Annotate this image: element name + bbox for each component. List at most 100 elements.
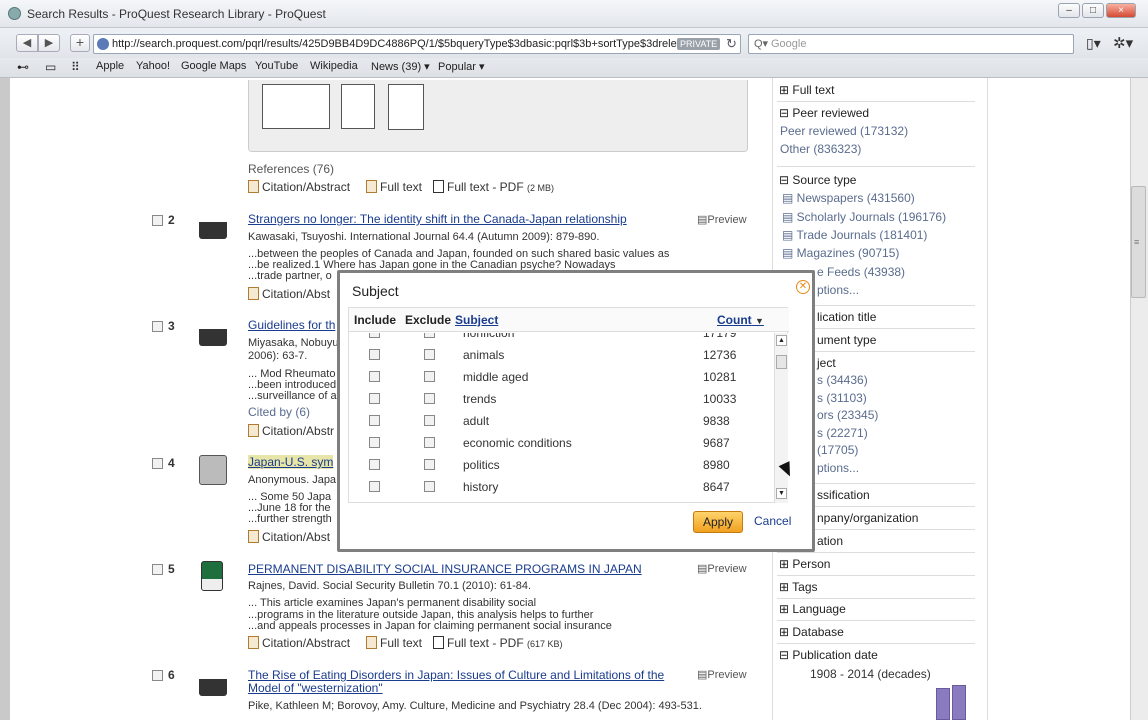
facet-company[interactable]: npany/organization <box>817 511 918 525</box>
search-field[interactable]: Q▾ Google <box>748 34 1074 54</box>
bookmark-popular[interactable]: Popular ▾ <box>438 60 485 73</box>
scroll-down-icon[interactable]: ▼ <box>776 488 787 499</box>
citation-abstract-link[interactable]: Citation/Abst <box>248 287 330 301</box>
result-title[interactable]: The Rise of Eating Disorders in Japan: I… <box>248 668 664 682</box>
cancel-button[interactable]: Cancel <box>754 514 791 528</box>
include-checkbox[interactable] <box>369 437 380 448</box>
references-link[interactable]: References (76) <box>248 162 334 176</box>
facet-item[interactable]: ors (23345) <box>817 408 878 422</box>
bookmark-wikipedia[interactable]: Wikipedia <box>310 60 358 72</box>
exclude-checkbox[interactable] <box>424 437 435 448</box>
facet-document-type[interactable]: ument type <box>817 333 876 347</box>
facet-database[interactable]: ⊞ Database <box>779 625 844 639</box>
full-text-link[interactable]: Full text <box>366 180 422 194</box>
facet-item[interactable]: ▤ Trade Journals (181401) <box>782 228 927 242</box>
bookmarks-icon[interactable]: ▭ <box>45 60 56 74</box>
facet-item[interactable]: ▤ Magazines (90715) <box>782 246 899 260</box>
exclude-checkbox[interactable] <box>424 459 435 470</box>
more-options-link[interactable]: ptions... <box>817 461 859 475</box>
facet-location[interactable]: ation <box>817 534 843 548</box>
bookmark-apple[interactable]: Apple <box>96 60 124 72</box>
minimize-button[interactable]: – <box>1058 3 1080 18</box>
include-checkbox[interactable] <box>369 371 380 382</box>
facet-tags[interactable]: ⊞ Tags <box>779 580 818 594</box>
bookmark-google-maps[interactable]: Google Maps <box>181 60 246 72</box>
facet-item[interactable]: ▤ Scholarly Journals (196176) <box>782 210 946 224</box>
facet-item[interactable]: s (31103) <box>817 391 867 405</box>
exclude-checkbox[interactable] <box>424 415 435 426</box>
citation-abstract-link[interactable]: Citation/Abst <box>248 530 330 544</box>
facet-publication-date[interactable]: ⊟ Publication date <box>779 648 878 662</box>
forward-button[interactable]: ▶ <box>38 34 60 52</box>
full-text-pdf-link[interactable]: Full text - PDF (617 KB) <box>433 636 563 650</box>
address-bar[interactable]: http://search.proquest.com/pqrl/results/… <box>93 34 741 54</box>
include-checkbox[interactable] <box>369 481 380 492</box>
scroll-up-icon[interactable]: ▲ <box>776 335 787 346</box>
facet-subject[interactable]: ject <box>817 356 836 370</box>
citation-abstract-link[interactable]: Citation/Abstr <box>248 424 334 438</box>
reload-icon[interactable]: ↻ <box>726 36 737 52</box>
bookmark-news[interactable]: News (39) ▾ <box>371 60 430 73</box>
facet-item[interactable]: Peer reviewed (173132) <box>780 124 908 138</box>
close-icon[interactable]: ✕ <box>796 280 810 294</box>
facet-full-text[interactable]: ⊞ Full text <box>779 83 834 97</box>
page-thumbnail[interactable] <box>262 84 330 129</box>
result-title[interactable]: Guidelines for th <box>248 318 335 332</box>
result-checkbox[interactable] <box>152 458 163 469</box>
result-title-cont[interactable]: Model of "westernization" <box>248 681 383 695</box>
facet-person[interactable]: ⊞ Person <box>779 557 830 571</box>
facet-item[interactable]: ▤ Newspapers (431560) <box>782 191 915 205</box>
facet-item[interactable]: e Feeds (43938) <box>817 265 905 279</box>
include-checkbox[interactable] <box>369 459 380 470</box>
new-tab-icon[interactable]: + <box>70 34 90 52</box>
include-checkbox[interactable] <box>369 349 380 360</box>
scroll-thumb[interactable] <box>776 355 787 369</box>
maximize-button[interactable]: □ <box>1082 3 1104 18</box>
apply-button[interactable]: Apply <box>693 511 743 533</box>
more-options-link[interactable]: ptions... <box>817 283 859 297</box>
decade-bar[interactable] <box>936 688 950 720</box>
facet-item[interactable]: s (34436) <box>817 373 868 387</box>
exclude-checkbox[interactable] <box>424 371 435 382</box>
decade-bar[interactable] <box>952 685 966 720</box>
facet-item[interactable]: s (22271) <box>817 426 868 440</box>
result-checkbox[interactable] <box>152 321 163 332</box>
preview-link[interactable]: ▤Preview <box>697 668 747 681</box>
exclude-checkbox[interactable] <box>424 481 435 492</box>
close-window-button[interactable]: × <box>1106 3 1136 18</box>
include-checkbox[interactable] <box>369 333 380 338</box>
bookmark-youtube[interactable]: YouTube <box>255 60 298 72</box>
facet-source-type[interactable]: ⊟ Source type <box>779 173 856 187</box>
citation-abstract-link[interactable]: Citation/Abstract <box>248 636 350 650</box>
col-count-sort[interactable]: Count ▼ <box>717 313 764 327</box>
result-checkbox[interactable] <box>152 564 163 575</box>
facet-publication-title[interactable]: lication title <box>817 310 876 324</box>
reading-list-icon[interactable]: ⊷ <box>17 60 29 74</box>
facet-item[interactable]: (17705) <box>817 443 858 457</box>
preview-link[interactable]: ▤Preview <box>697 562 747 575</box>
cited-by-link[interactable]: Cited by (6) <box>248 405 310 419</box>
page-scrollbar[interactable] <box>1130 78 1148 720</box>
result-title[interactable]: PERMANENT DISABILITY SOCIAL INSURANCE PR… <box>248 562 642 576</box>
full-text-link[interactable]: Full text <box>366 636 422 650</box>
exclude-checkbox[interactable] <box>424 333 435 338</box>
bookmark-yahoo[interactable]: Yahoo! <box>136 60 170 72</box>
exclude-checkbox[interactable] <box>424 349 435 360</box>
exclude-checkbox[interactable] <box>424 393 435 404</box>
facet-item[interactable]: Other (836323) <box>780 142 861 156</box>
facet-language[interactable]: ⊞ Language <box>779 602 846 616</box>
result-title[interactable]: Strangers no longer: The identity shift … <box>248 212 627 226</box>
preview-link[interactable]: ▤Preview <box>697 213 747 226</box>
back-button[interactable]: ◀ <box>16 34 38 52</box>
citation-abstract-link[interactable]: Citation/Abstract <box>248 180 350 194</box>
result-checkbox[interactable] <box>152 215 163 226</box>
page-menu-icon[interactable]: ▯▾ <box>1086 35 1101 52</box>
include-checkbox[interactable] <box>369 393 380 404</box>
include-checkbox[interactable] <box>369 415 380 426</box>
gear-icon[interactable]: ✲▾ <box>1113 34 1133 52</box>
page-thumbnail[interactable] <box>388 84 424 130</box>
page-thumbnail[interactable] <box>341 84 375 129</box>
result-checkbox[interactable] <box>152 670 163 681</box>
top-sites-icon[interactable]: ⠿ <box>71 60 80 74</box>
full-text-pdf-link[interactable]: Full text - PDF (2 MB) <box>433 180 554 194</box>
